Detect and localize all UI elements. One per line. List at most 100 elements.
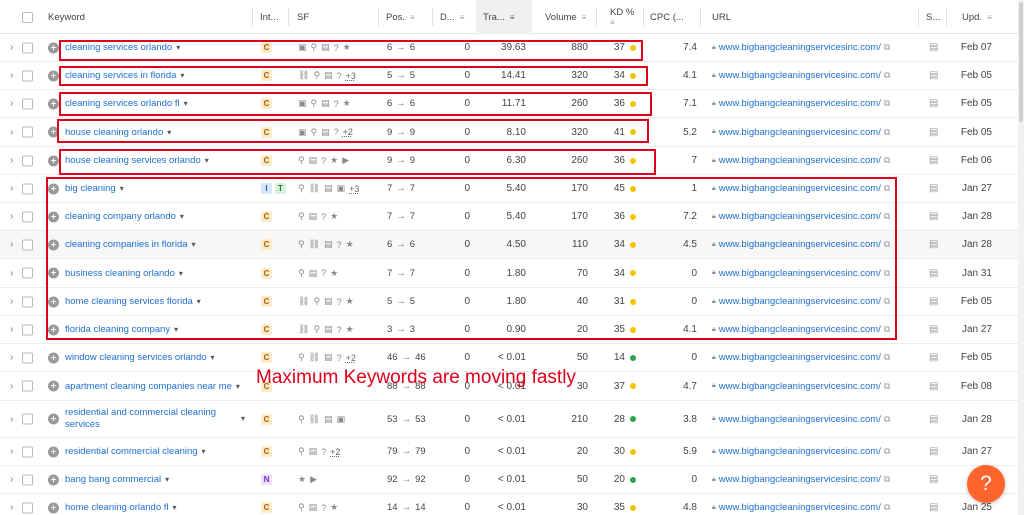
keyword-dropdown-caret-icon[interactable]: ▾ xyxy=(211,353,215,362)
row-checkbox[interactable] xyxy=(22,296,33,307)
keyword-text[interactable]: house cleaning orlando xyxy=(65,127,163,138)
keyword-text[interactable]: cleaning companies in florida xyxy=(65,239,188,250)
column-header-traffic[interactable]: Tra... ≡ xyxy=(476,0,532,34)
expand-row-chevron-icon[interactable]: › xyxy=(10,147,13,174)
expand-row-chevron-icon[interactable]: › xyxy=(10,316,13,343)
url-text[interactable]: www.bigbangcleaningservicesinc.com/ xyxy=(719,127,881,138)
serp-snapshot-icon[interactable]: ▤ xyxy=(929,344,938,371)
sort-icon[interactable]: ≡ xyxy=(582,13,587,22)
expand-row-chevron-icon[interactable]: › xyxy=(10,288,13,315)
sf-more-link[interactable]: +2 xyxy=(330,447,340,457)
url-link[interactable]: 🔒︎ www.bigbangcleaningservicesinc.com/⧉ xyxy=(712,203,890,230)
add-keyword-icon[interactable]: + xyxy=(48,70,59,81)
external-link-icon[interactable]: ⧉ xyxy=(884,183,890,194)
sort-descending-icon[interactable]: ≡ xyxy=(510,13,515,22)
url-text[interactable]: www.bigbangcleaningservicesinc.com/ xyxy=(719,446,881,457)
keyword-link[interactable]: apartment cleaning companies near me ▾ xyxy=(65,372,240,400)
keyword-dropdown-caret-icon[interactable]: ▾ xyxy=(180,212,184,221)
serp-snapshot-icon[interactable]: ▤ xyxy=(929,90,938,117)
url-link[interactable]: 🔒︎ www.bigbangcleaningservicesinc.com/⧉ xyxy=(712,259,890,287)
keyword-text[interactable]: apartment cleaning companies near me xyxy=(65,381,232,392)
keyword-dropdown-caret-icon[interactable]: ▾ xyxy=(180,71,184,80)
serp-snapshot-icon[interactable]: ▤ xyxy=(929,147,938,174)
external-link-icon[interactable]: ⧉ xyxy=(884,414,890,425)
keyword-link[interactable]: home cleaning services florida ▾ xyxy=(65,288,201,315)
keyword-dropdown-caret-icon[interactable]: ▾ xyxy=(173,503,177,512)
row-checkbox[interactable] xyxy=(22,211,33,222)
keyword-dropdown-caret-icon[interactable]: ▾ xyxy=(179,269,183,278)
add-keyword-icon[interactable]: + xyxy=(48,413,59,425)
add-keyword-icon[interactable]: + xyxy=(48,502,59,513)
url-text[interactable]: www.bigbangcleaningservicesinc.com/ xyxy=(719,211,881,222)
sort-icon[interactable]: ≡ xyxy=(410,13,415,22)
expand-row-chevron-icon[interactable]: › xyxy=(10,175,13,202)
row-checkbox[interactable] xyxy=(22,474,33,485)
keyword-dropdown-caret-icon[interactable]: ▾ xyxy=(165,475,169,484)
external-link-icon[interactable]: ⧉ xyxy=(884,324,890,335)
expand-row-chevron-icon[interactable]: › xyxy=(10,438,13,465)
keyword-dropdown-caret-icon[interactable]: ▾ xyxy=(120,184,124,193)
url-link[interactable]: 🔒︎ www.bigbangcleaningservicesinc.com/⧉ xyxy=(712,372,890,400)
serp-snapshot-icon[interactable]: ▤ xyxy=(929,372,938,400)
sf-more-link[interactable]: +2 xyxy=(346,353,356,363)
keyword-text[interactable]: residential and commercial cleaning serv… xyxy=(65,407,237,431)
url-link[interactable]: 🔒︎ www.bigbangcleaningservicesinc.com/⧉ xyxy=(712,494,890,515)
serp-snapshot-icon[interactable]: ▤ xyxy=(929,466,938,493)
keyword-link[interactable]: house cleaning orlando ▾ xyxy=(65,118,171,146)
keyword-dropdown-caret-icon[interactable]: ▾ xyxy=(205,156,209,165)
keyword-text[interactable]: home cleaning services florida xyxy=(65,296,193,307)
url-text[interactable]: www.bigbangcleaningservicesinc.com/ xyxy=(719,268,881,279)
sf-more-link[interactable]: +3 xyxy=(346,71,356,81)
column-header-volume[interactable]: Volume ≡ xyxy=(545,0,587,34)
add-keyword-icon[interactable]: + xyxy=(48,98,59,109)
expand-row-chevron-icon[interactable]: › xyxy=(10,118,13,146)
keyword-text[interactable]: business cleaning orlando xyxy=(65,268,175,279)
external-link-icon[interactable]: ⧉ xyxy=(884,211,890,222)
url-text[interactable]: www.bigbangcleaningservicesinc.com/ xyxy=(719,183,881,194)
keyword-text[interactable]: cleaning services orlando xyxy=(65,42,172,53)
expand-row-chevron-icon[interactable]: › xyxy=(10,401,13,437)
row-checkbox[interactable] xyxy=(22,183,33,194)
keyword-text[interactable]: house cleaning services orlando xyxy=(65,155,201,166)
add-keyword-icon[interactable]: + xyxy=(48,267,59,279)
external-link-icon[interactable]: ⧉ xyxy=(884,268,890,279)
serp-snapshot-icon[interactable]: ▤ xyxy=(929,118,938,146)
external-link-icon[interactable]: ⧉ xyxy=(884,474,890,485)
expand-row-chevron-icon[interactable]: › xyxy=(10,372,13,400)
row-checkbox[interactable] xyxy=(22,42,33,53)
sort-icon[interactable]: ≡ xyxy=(610,18,615,27)
row-checkbox[interactable] xyxy=(22,502,33,513)
serp-snapshot-icon[interactable]: ▤ xyxy=(929,34,938,61)
url-text[interactable]: www.bigbangcleaningservicesinc.com/ xyxy=(719,474,881,485)
column-header-serp[interactable]: S... xyxy=(926,0,940,34)
row-checkbox[interactable] xyxy=(22,324,33,335)
serp-snapshot-icon[interactable]: ▤ xyxy=(929,316,938,343)
external-link-icon[interactable]: ⧉ xyxy=(884,502,890,513)
url-link[interactable]: 🔒︎ www.bigbangcleaningservicesinc.com/⧉ xyxy=(712,401,890,437)
url-link[interactable]: 🔒︎ www.bigbangcleaningservicesinc.com/⧉ xyxy=(712,466,890,493)
url-link[interactable]: 🔒︎ www.bigbangcleaningservicesinc.com/⧉ xyxy=(712,438,890,465)
column-header-keyword[interactable]: Keyword xyxy=(48,0,85,34)
column-header-difference[interactable]: D... ≡ xyxy=(440,0,474,34)
sf-more-link[interactable]: +3 xyxy=(349,184,359,194)
expand-row-chevron-icon[interactable]: › xyxy=(10,259,13,287)
keyword-link[interactable]: residential commercial cleaning ▾ xyxy=(65,438,206,465)
row-checkbox[interactable] xyxy=(22,267,33,279)
keyword-dropdown-caret-icon[interactable]: ▾ xyxy=(184,99,188,108)
external-link-icon[interactable]: ⧉ xyxy=(884,352,890,363)
add-keyword-icon[interactable]: + xyxy=(48,239,59,250)
url-link[interactable]: 🔒︎ www.bigbangcleaningservicesinc.com/⧉ xyxy=(712,34,890,61)
external-link-icon[interactable]: ⧉ xyxy=(884,381,890,392)
keyword-link[interactable]: house cleaning services orlando ▾ xyxy=(65,147,209,174)
keyword-text[interactable]: bang bang commercial xyxy=(65,474,161,485)
keyword-dropdown-caret-icon[interactable]: ▾ xyxy=(176,43,180,52)
sort-icon[interactable]: ≡ xyxy=(987,13,992,22)
add-keyword-icon[interactable]: + xyxy=(48,296,59,307)
external-link-icon[interactable]: ⧉ xyxy=(884,446,890,457)
keyword-dropdown-caret-icon[interactable]: ▾ xyxy=(202,447,206,456)
add-keyword-icon[interactable]: + xyxy=(48,211,59,222)
keyword-dropdown-caret-icon[interactable]: ▾ xyxy=(236,382,240,391)
keyword-link[interactable]: florida cleaning company ▾ xyxy=(65,316,178,343)
expand-row-chevron-icon[interactable]: › xyxy=(10,90,13,117)
url-link[interactable]: 🔒︎ www.bigbangcleaningservicesinc.com/⧉ xyxy=(712,344,890,371)
